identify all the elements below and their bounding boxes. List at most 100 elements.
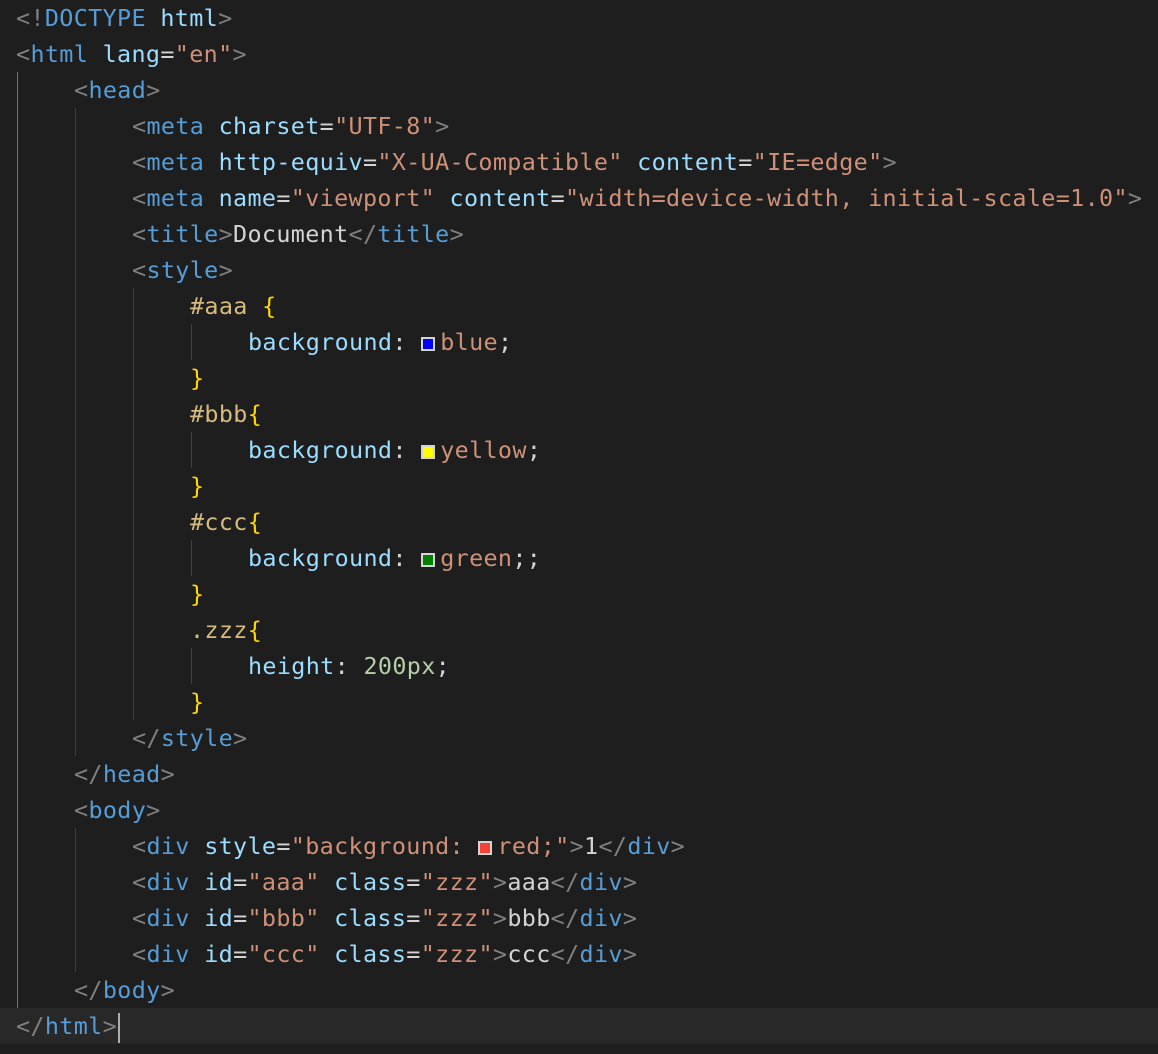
- code-line[interactable]: <!DOCTYPE html>: [0, 0, 233, 36]
- code-token: "aaa": [247, 868, 320, 896]
- code-token: {: [262, 292, 277, 320]
- code-token: head: [102, 760, 161, 788]
- code-token: #bbb: [190, 400, 248, 428]
- code-line[interactable]: background: yellow;: [0, 432, 541, 468]
- code-token: "X-UA-Compatible": [377, 148, 623, 176]
- code-line[interactable]: background: green;;: [0, 540, 541, 576]
- code-token: "zzz": [420, 904, 493, 932]
- code-token: "zzz": [420, 868, 493, 896]
- code-token: </: [132, 724, 161, 752]
- code-line[interactable]: }: [0, 468, 204, 504]
- code-token: >: [622, 904, 638, 932]
- code-token: >: [218, 256, 234, 284]
- code-line[interactable]: <title>Document</title>: [0, 216, 464, 252]
- code-token: <: [132, 220, 147, 248]
- code-token: >: [449, 220, 464, 248]
- code-line[interactable]: }: [0, 684, 204, 720]
- code-token: >: [146, 796, 161, 824]
- code-editor[interactable]: <!DOCTYPE html> <html lang="en"> <head> <me…: [0, 0, 1158, 1054]
- code-token: div: [627, 832, 671, 860]
- code-line[interactable]: <meta name="viewport" content="width=dev…: [0, 180, 1142, 216]
- code-token: aaa: [507, 868, 551, 896]
- code-token: head: [88, 76, 147, 104]
- code-line[interactable]: <body>: [0, 792, 161, 828]
- code-token: =: [406, 940, 421, 968]
- code-token: div: [146, 904, 190, 932]
- code-line[interactable]: <div id="ccc" class="zzz">ccc</div>: [0, 936, 637, 972]
- color-swatch-icon[interactable]: [421, 445, 436, 459]
- code-line[interactable]: <head>: [0, 72, 161, 108]
- code-token: =: [276, 184, 291, 212]
- code-line[interactable]: #ccc{: [0, 504, 262, 540]
- code-token: "zzz": [420, 940, 493, 968]
- code-line[interactable]: }: [0, 576, 204, 612]
- code-token: name: [218, 184, 277, 212]
- code-line[interactable]: <meta http-equiv="X-UA-Compatible" conte…: [0, 144, 897, 180]
- code-token: :: [334, 652, 364, 680]
- code-token: >: [218, 4, 233, 32]
- color-swatch-icon[interactable]: [478, 841, 493, 855]
- code-token: meta: [146, 148, 205, 176]
- code-line[interactable]: }: [0, 360, 204, 396]
- code-token: <: [132, 112, 147, 140]
- code-line[interactable]: .zzz{: [0, 612, 262, 648]
- code-token: >: [670, 832, 686, 860]
- code-token: >: [233, 724, 248, 752]
- code-token: </: [550, 868, 580, 896]
- code-token: <: [132, 148, 147, 176]
- code-token: >: [622, 940, 638, 968]
- code-token: </: [74, 760, 103, 788]
- code-line[interactable]: #aaa {: [0, 288, 277, 324]
- code-token: <: [132, 256, 147, 284]
- code-token: {: [247, 508, 263, 536]
- code-line[interactable]: background: blue;: [0, 324, 512, 360]
- code-token: =: [406, 868, 421, 896]
- code-token: <: [132, 940, 147, 968]
- code-line[interactable]: height: 200px;: [0, 648, 450, 684]
- code-token: </: [550, 904, 580, 932]
- code-token: </: [16, 1012, 45, 1040]
- code-token: >: [1127, 184, 1143, 212]
- code-token: ;;: [512, 544, 542, 572]
- code-line[interactable]: <html lang="en">: [0, 36, 247, 72]
- code-line[interactable]: <style>: [0, 252, 233, 288]
- code-token: content: [449, 184, 551, 212]
- code-token: body: [88, 796, 147, 824]
- code-line[interactable]: #bbb{: [0, 396, 262, 432]
- code-token: ;: [526, 436, 542, 464]
- code-token: body: [102, 976, 161, 1004]
- code-token: }: [190, 580, 205, 608]
- code-line[interactable]: <div id="bbb" class="zzz">bbb</div>: [0, 900, 637, 936]
- code-token: meta: [146, 184, 205, 212]
- code-token: div: [146, 940, 190, 968]
- color-swatch-icon[interactable]: [421, 337, 436, 351]
- code-token: <: [132, 184, 147, 212]
- code-token: div: [579, 868, 623, 896]
- code-token: <: [74, 76, 89, 104]
- color-swatch-icon[interactable]: [421, 553, 436, 567]
- code-line[interactable]: <meta charset="UTF-8">: [0, 108, 450, 144]
- code-token: background: [248, 436, 393, 464]
- code-line[interactable]: </html>: [0, 1008, 1158, 1044]
- code-token: background: [248, 328, 393, 356]
- code-line[interactable]: <div id="aaa" class="zzz">aaa</div>: [0, 864, 637, 900]
- code-line[interactable]: </style>: [0, 720, 247, 756]
- code-line[interactable]: </head>: [0, 756, 175, 792]
- code-token: }: [190, 364, 205, 392]
- code-token: >: [160, 976, 176, 1004]
- code-token: div: [146, 832, 190, 860]
- code-token: ;: [497, 328, 513, 356]
- code-line[interactable]: <div style="background: red;">1</div>: [0, 828, 685, 864]
- code-line[interactable]: </body>: [0, 972, 175, 1008]
- code-token: red;": [497, 832, 570, 860]
- code-token: .zzz: [190, 616, 248, 644]
- code-token: =: [319, 112, 335, 140]
